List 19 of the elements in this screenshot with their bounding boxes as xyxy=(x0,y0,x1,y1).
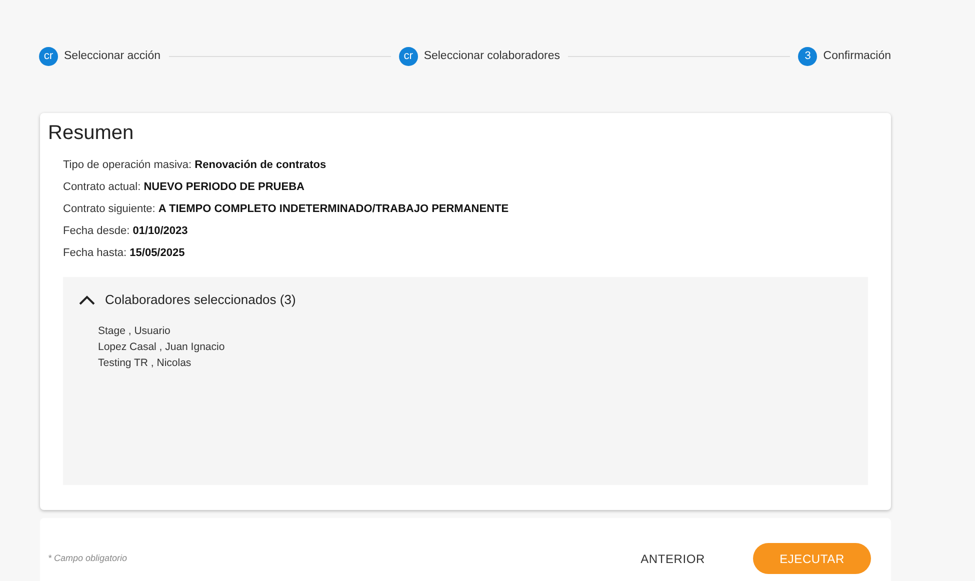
required-note: * Campo obligatorio xyxy=(48,552,128,565)
summary-line: Fecha desde: 01/10/2023 xyxy=(63,224,189,239)
summary-line: Tipo de operación masiva: Renovación de contratos xyxy=(63,158,328,173)
step-badge: cr xyxy=(39,47,58,66)
step-badge: 3 xyxy=(798,47,818,66)
chevron-icon xyxy=(79,295,95,305)
summary-line: Contrato siguiente: A TIEMPO COMPLETO INDETERMINADO/TRABAJO PERMANENTE xyxy=(63,202,510,217)
step-label: Seleccionar colaboradores xyxy=(424,48,560,64)
collaborators-toggle[interactable]: Colaboradores seleccionados (3) xyxy=(63,277,868,323)
summary-line: Contrato actual: NUEVO PERIODO DE PRUEBA xyxy=(63,180,306,195)
collaborator-name: Lopez Casal , Juan Ignacio xyxy=(98,340,226,355)
collaborator-name: Stage , Usuario xyxy=(98,324,172,339)
step-label: Confirmación xyxy=(823,48,892,64)
card-title: Resumen xyxy=(48,121,135,145)
step-label: Seleccionar acción xyxy=(64,48,161,64)
back-button[interactable]: ANTERIOR xyxy=(632,543,713,574)
summary-line: Fecha hasta: 15/05/2025 xyxy=(63,246,186,261)
step-badge: cr xyxy=(398,47,418,66)
collaborator-name: Testing TR , Nicolas xyxy=(98,356,192,371)
